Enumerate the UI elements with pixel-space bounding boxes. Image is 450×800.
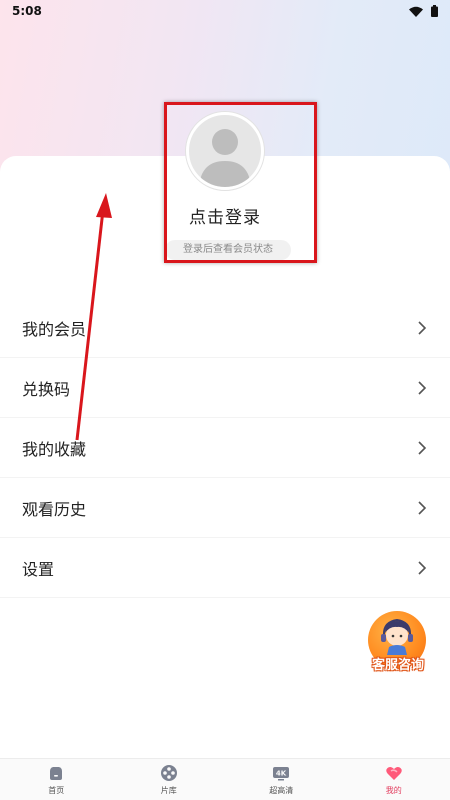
- chevron-right-icon: [418, 320, 427, 335]
- status-bar: 5:08: [0, 0, 450, 22]
- menu-item-settings[interactable]: 设置: [0, 538, 450, 598]
- bottom-tab-bar: 首页 片库 4K 超高清 我的: [0, 758, 450, 800]
- chevron-right-icon: [418, 380, 427, 395]
- menu-item-label: 兑换码: [22, 379, 71, 399]
- tab-mine[interactable]: 我的: [338, 759, 450, 800]
- wifi-icon: [409, 6, 423, 17]
- status-time: 5:08: [12, 4, 42, 18]
- tab-library[interactable]: 片库: [113, 759, 226, 800]
- menu-item-redeem-code[interactable]: 兑换码: [0, 358, 450, 418]
- menu-item-label: 我的收藏: [22, 439, 87, 459]
- annotation-highlight-box: [164, 102, 317, 263]
- home-icon: [50, 766, 63, 780]
- heart-icon: [386, 766, 402, 780]
- 4k-icon: 4K: [273, 766, 290, 780]
- menu-item-label: 我的会员: [22, 319, 87, 339]
- menu-item-label: 设置: [22, 559, 55, 579]
- svg-text:4K: 4K: [276, 769, 287, 777]
- tab-home[interactable]: 首页: [0, 759, 113, 800]
- tab-ultra-hd[interactable]: 4K 超高清: [225, 759, 338, 800]
- menu-item-favorites[interactable]: 我的收藏: [0, 418, 450, 478]
- menu-item-watch-history[interactable]: 观看历史: [0, 478, 450, 538]
- customer-service-label: 客服咨询: [371, 658, 424, 673]
- menu-item-label: 观看历史: [22, 499, 87, 519]
- tab-label: 我的: [385, 785, 402, 795]
- chevron-right-icon: [418, 560, 427, 575]
- customer-service-button[interactable]: 客服咨询: [364, 611, 432, 675]
- tab-label: 超高清: [269, 785, 294, 795]
- battery-icon: [431, 5, 438, 17]
- status-icons: [409, 5, 438, 17]
- chevron-right-icon: [418, 500, 427, 515]
- tab-label: 片库: [160, 785, 177, 795]
- chevron-right-icon: [418, 440, 427, 455]
- film-reel-icon: [160, 764, 177, 781]
- menu-list: 我的会员 兑换码 我的收藏 观看历史 设置: [0, 298, 450, 598]
- menu-item-membership[interactable]: 我的会员: [0, 298, 450, 358]
- tab-label: 首页: [48, 785, 65, 795]
